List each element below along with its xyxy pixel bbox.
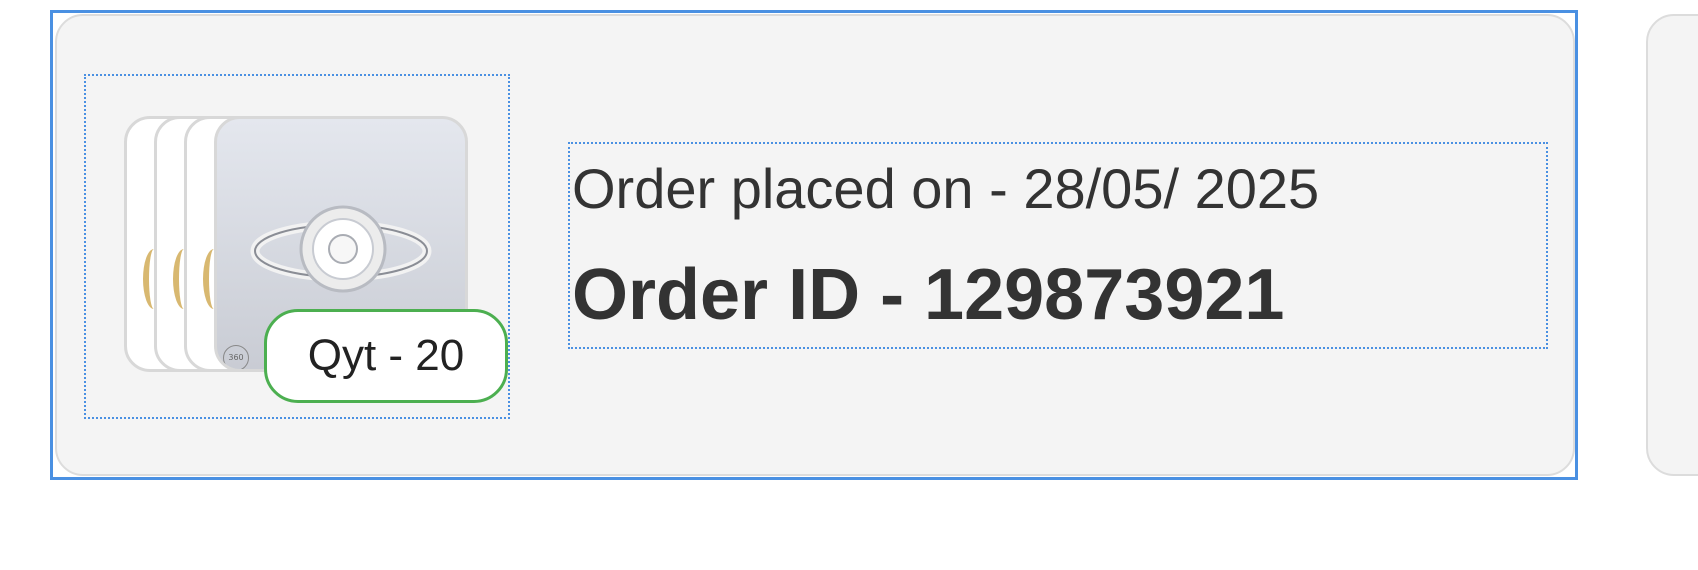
quantity-badge: Qyt - 20	[264, 309, 508, 403]
order-date: Order placed on - 28/05/ 2025	[572, 157, 1320, 220]
product-image-stack[interactable]: 360 Qyt - 20	[84, 74, 510, 419]
next-order-card[interactable]	[1646, 14, 1698, 476]
rotate-360-icon: 360	[223, 345, 249, 369]
order-id: Order ID - 129873921	[572, 255, 1285, 335]
order-info: Order placed on - 28/05/ 2025 Order ID -…	[568, 142, 1548, 349]
